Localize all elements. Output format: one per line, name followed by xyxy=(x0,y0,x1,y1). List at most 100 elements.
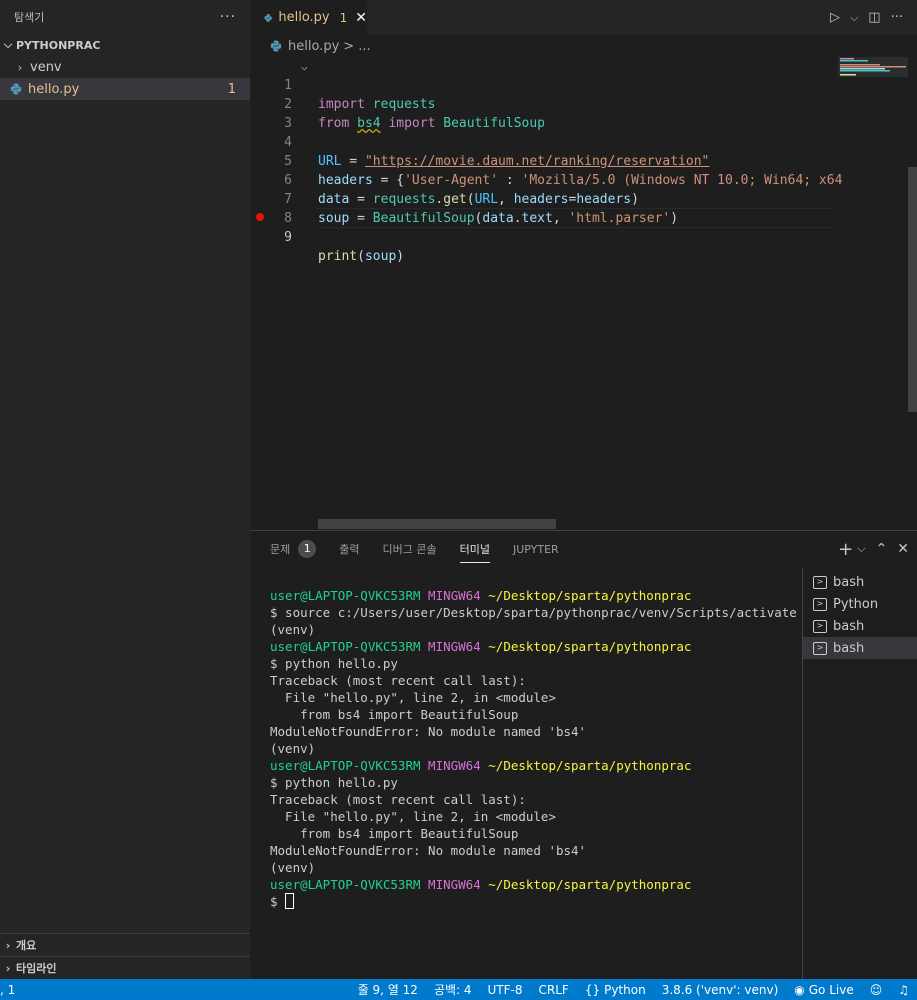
terminal-line: from bs4 import BeautifulSoup xyxy=(270,707,519,722)
status-interpreter[interactable]: 3.8.6 ('venv': venv) xyxy=(662,983,779,997)
chevron-right-icon: › xyxy=(5,938,11,952)
terminal-line: $ python hello.py xyxy=(270,656,398,671)
terminal-path: ~/Desktop/sparta/pythonprac xyxy=(488,877,692,892)
close-icon[interactable]: ✕ xyxy=(897,541,909,557)
status-eol[interactable]: CRLF xyxy=(539,983,569,997)
tree-item-venv[interactable]: › venv xyxy=(0,56,250,78)
status-left: , 1 xyxy=(0,979,15,1000)
run-icon[interactable]: ▷ xyxy=(830,10,840,25)
code-line: 4 URL = "https://movie.daum.net/ranking/… xyxy=(250,114,830,169)
explorer-sidebar: 탐색기 ··· ⌵ PYTHONPRAC › venv hello.py 1 ›… xyxy=(0,0,250,979)
tab-label: 터미널 xyxy=(459,543,490,556)
vertical-scrollbar[interactable] xyxy=(908,57,917,530)
terminal-item-label: bash xyxy=(833,640,865,656)
status-encoding[interactable]: UTF-8 xyxy=(488,983,523,997)
terminal-item-python[interactable]: > Python xyxy=(803,593,917,615)
terminal-prompt: $ xyxy=(270,894,286,909)
code-token: ) xyxy=(396,249,405,264)
code-editor[interactable]: ⌵ 1 import requests 2 from bs4 import Be… xyxy=(250,57,917,530)
terminal-user: user@LAPTOP-QVKC53RM xyxy=(270,588,421,603)
editor-tab-bar: hello.py 1 ✕ ▷ ⌵ ◫ ··· xyxy=(250,0,917,35)
chevron-right-icon: › xyxy=(17,60,23,74)
code-line: 1 import requests xyxy=(250,57,830,112)
timeline-section[interactable]: › 타임라인 xyxy=(0,956,250,979)
tab-label: 디버그 콘솔 xyxy=(382,543,437,556)
explorer-header: 탐색기 ··· xyxy=(0,0,250,34)
feedback-icon[interactable]: ☺ xyxy=(870,983,883,997)
tab-terminal[interactable]: 터미널 xyxy=(459,531,491,567)
bell-icon[interactable]: ♫ xyxy=(898,983,909,997)
terminal-item-label: Python xyxy=(833,596,879,612)
line-number: 9 xyxy=(284,230,292,245)
status-cursor-position[interactable]: 줄 9, 열 12 xyxy=(358,981,418,998)
code-line: 3 xyxy=(250,95,830,131)
more-actions-icon[interactable]: ··· xyxy=(891,10,903,25)
code-line: 6 data = requests.get(URL, headers=heade… xyxy=(250,152,830,207)
tree-item-hello-py[interactable]: hello.py 1 xyxy=(0,78,250,100)
code-token: print xyxy=(318,249,358,264)
explorer-title: 탐색기 xyxy=(14,11,45,24)
status-problems[interactable]: , 1 xyxy=(0,983,15,997)
terminal-line: ModuleNotFoundError: No module named 'bs… xyxy=(270,843,587,858)
tab-problems[interactable]: 문제 1 xyxy=(270,531,317,567)
terminal-icon: > xyxy=(813,619,827,633)
terminal-item-bash[interactable]: > bash xyxy=(803,571,917,593)
terminal-user: user@LAPTOP-QVKC53RM xyxy=(270,877,421,892)
breadcrumb: hello.py > ... xyxy=(250,35,917,57)
problem-count-badge: 1 xyxy=(227,81,236,97)
sidebar-bottom-sections: › 개요 › 타임라인 xyxy=(0,933,250,979)
tree-item-label: hello.py xyxy=(28,81,80,97)
terminal-output[interactable]: user@LAPTOP-QVKC53RM MINGW64 ~/Desktop/s… xyxy=(270,587,800,910)
outline-section[interactable]: › 개요 xyxy=(0,933,250,956)
go-live-label: Go Live xyxy=(808,982,854,997)
code-line: 2 from bs4 import BeautifulSoup xyxy=(250,76,830,131)
terminal-line: Traceback (most recent call last): xyxy=(270,792,526,807)
status-language-label: Python xyxy=(604,982,646,997)
terminal-line: (venv) xyxy=(270,741,316,756)
outline-label: 개요 xyxy=(16,939,37,952)
breadcrumb-file[interactable]: hello.py xyxy=(288,39,339,54)
terminal-cursor xyxy=(285,893,295,909)
terminal-item-bash-selected[interactable]: > bash xyxy=(803,637,917,659)
terminal-item-label: bash xyxy=(833,574,865,590)
tab-debug-console[interactable]: 디버그 콘솔 xyxy=(383,531,437,567)
problem-count-badge: 1 xyxy=(298,540,317,558)
horizontal-scrollbar[interactable] xyxy=(318,519,556,529)
chevron-down-icon[interactable]: ⌵ xyxy=(850,11,858,25)
close-icon[interactable]: ✕ xyxy=(355,10,367,26)
terminal-host: MINGW64 xyxy=(428,758,481,773)
status-go-live[interactable]: ◉ Go Live xyxy=(794,983,853,997)
more-actions-icon[interactable]: ··· xyxy=(220,9,236,25)
scrollbar-thumb[interactable] xyxy=(908,167,917,412)
tab-hello-py[interactable]: hello.py 1 ✕ xyxy=(250,0,367,35)
status-indentation[interactable]: 공백: 4 xyxy=(434,981,472,998)
terminal-line: from bs4 import BeautifulSoup xyxy=(270,826,519,841)
tab-jupyter[interactable]: JUPYTER xyxy=(513,531,559,567)
panel-tabs: 문제 1 출력 디버그 콘솔 터미널 JUPYTER xyxy=(250,531,917,567)
code-line: 7 soup = BeautifulSoup(data.text, 'html.… xyxy=(250,171,830,226)
breadcrumb-rest[interactable]: > ... xyxy=(343,39,370,54)
terminal-path: ~/Desktop/sparta/pythonprac xyxy=(488,639,692,654)
tab-label: 출력 xyxy=(339,543,360,556)
terminal-icon: > xyxy=(813,575,827,589)
minimap[interactable] xyxy=(838,57,908,530)
chevron-down-icon[interactable]: ⌵ xyxy=(857,542,865,556)
terminal-line: (venv) xyxy=(270,622,316,637)
python-file-icon xyxy=(264,13,272,22)
status-language[interactable]: {} Python xyxy=(585,983,646,997)
terminal-item-bash[interactable]: > bash xyxy=(803,615,917,637)
terminal-line: Traceback (most recent call last): xyxy=(270,673,526,688)
status-bar: , 1 줄 9, 열 12 공백: 4 UTF-8 CRLF {} Python … xyxy=(0,979,917,1000)
terminal-host: MINGW64 xyxy=(428,588,481,603)
add-terminal-icon[interactable]: + xyxy=(838,539,853,560)
tree-item-label: venv xyxy=(30,59,62,75)
tab-output[interactable]: 출력 xyxy=(339,531,359,567)
bottom-panel: 문제 1 출력 디버그 콘솔 터미널 JUPYTER + ⌵ ⌃ ✕ user@… xyxy=(250,530,917,980)
maximize-panel-icon[interactable]: ⌃ xyxy=(876,541,888,557)
terminal-user: user@LAPTOP-QVKC53RM xyxy=(270,758,421,773)
braces-icon: {} xyxy=(584,982,601,997)
tab-label: 문제 xyxy=(270,543,291,556)
panel-actions: + ⌵ ⌃ ✕ xyxy=(838,531,909,567)
split-editor-icon[interactable]: ◫ xyxy=(868,10,880,25)
project-folder-header[interactable]: ⌵ PYTHONPRAC xyxy=(0,34,250,56)
